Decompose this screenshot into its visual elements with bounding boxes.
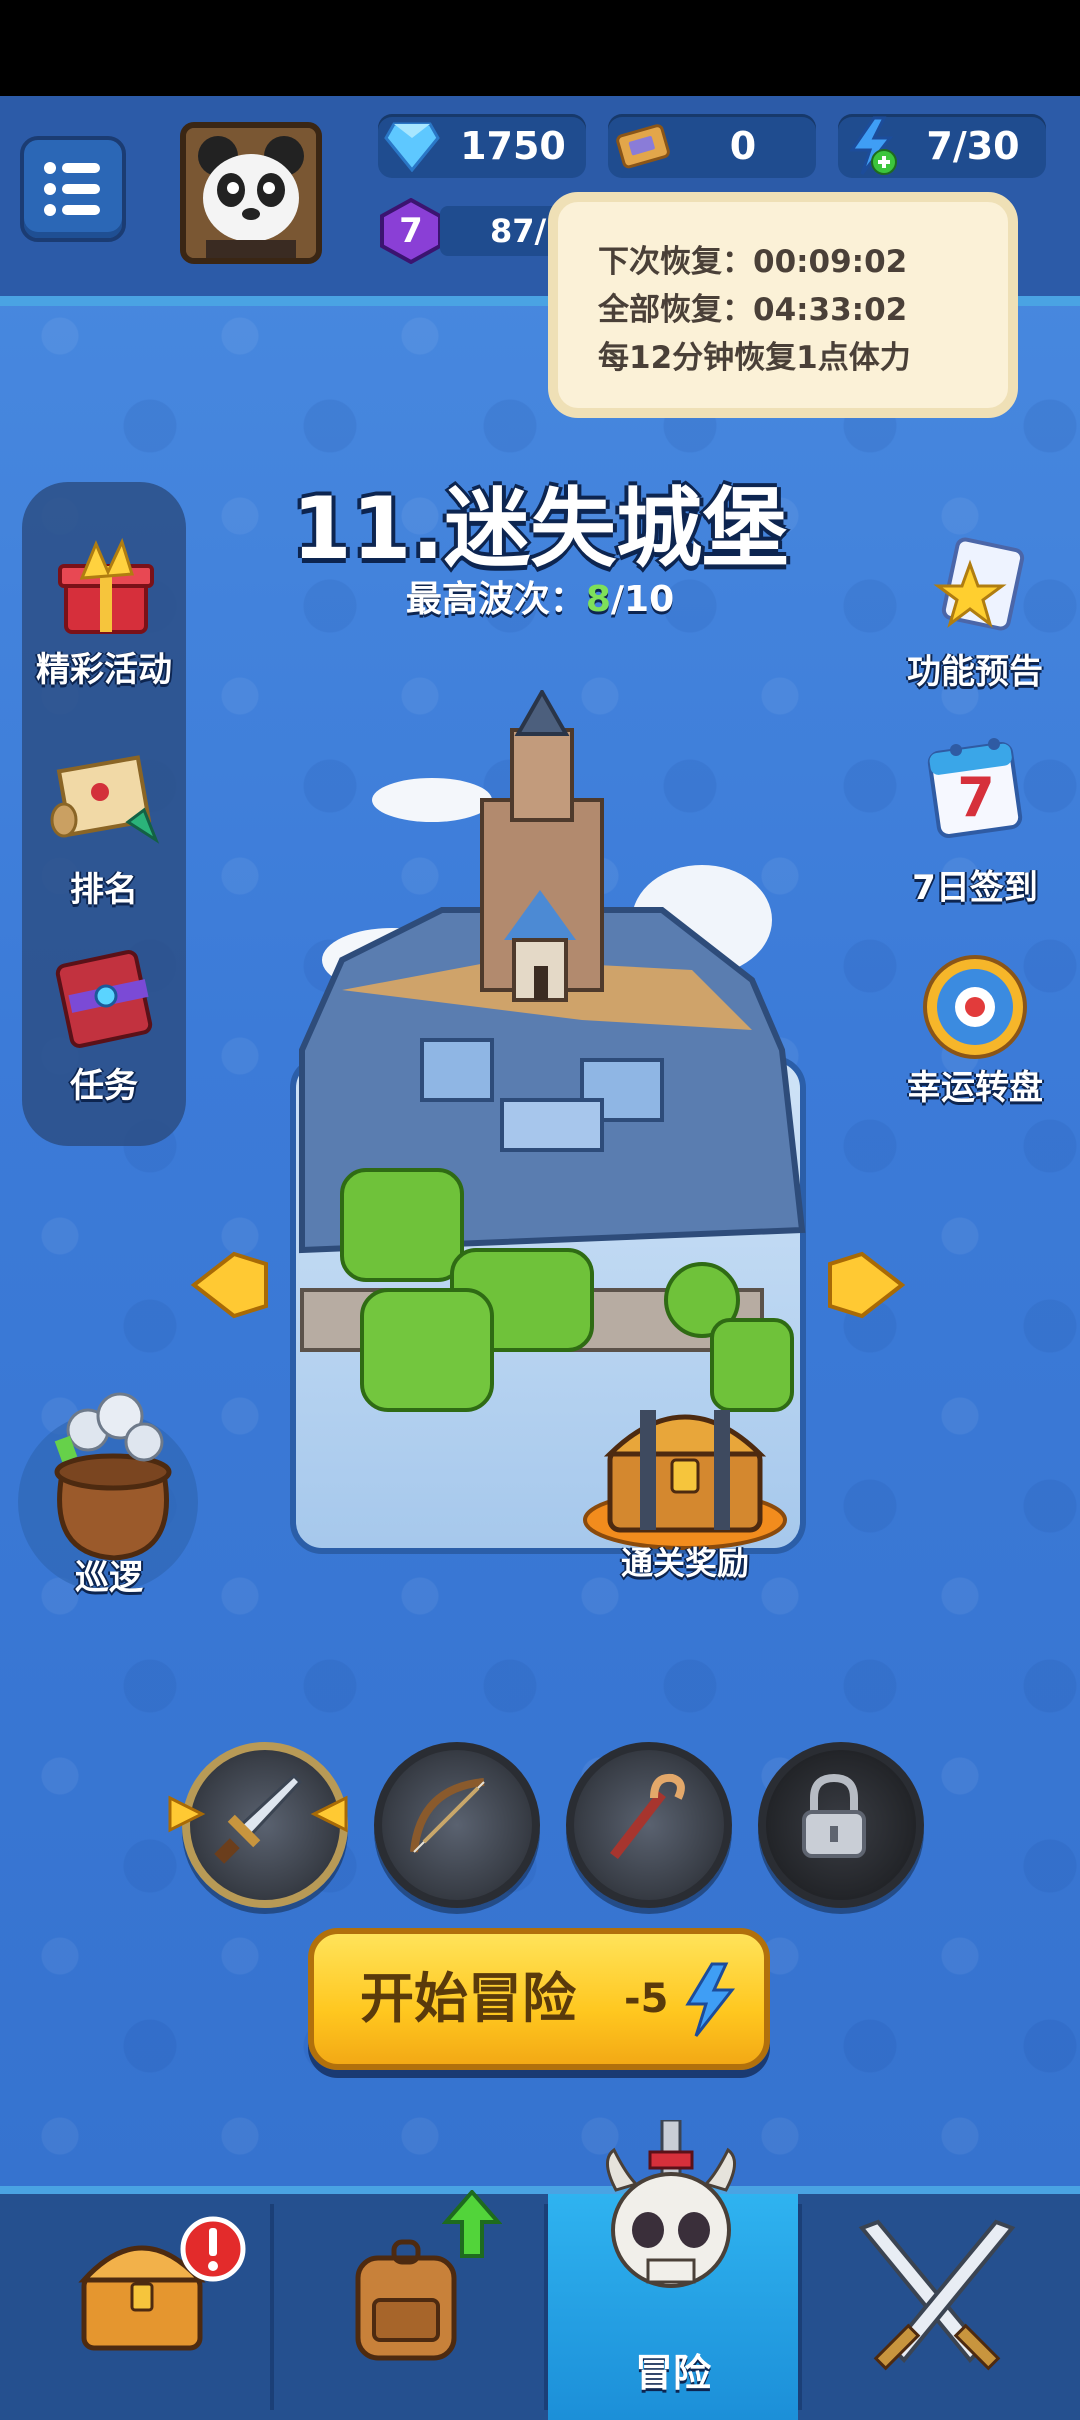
lucky-wheel-button[interactable]: 幸运转盘 [890, 950, 1060, 1110]
staff-icon [610, 1773, 685, 1860]
prev-stage-arrow-icon[interactable] [190, 1250, 270, 1320]
checkin-label: 7日签到 [912, 868, 1038, 908]
tasks-button[interactable]: 任务 [22, 940, 186, 1106]
lock-icon [802, 1773, 866, 1858]
star-note-icon [933, 537, 1025, 631]
status-bar [0, 0, 1080, 96]
feature-preview-button[interactable]: 功能预告 [890, 530, 1060, 692]
player-avatar[interactable] [180, 122, 322, 264]
ticket-icon [616, 124, 670, 169]
xp-text: 87/ [490, 212, 547, 250]
energy-counter[interactable]: 7/30 [838, 114, 1046, 178]
crossed-swords-icon [858, 2219, 1016, 2371]
patrol-label: 巡逻 [75, 1558, 143, 1598]
wheel-icon [923, 955, 1027, 1059]
panda-icon [186, 128, 316, 258]
energy-cost: -5 [624, 1976, 669, 2022]
events-label: 精彩活动 [36, 650, 172, 690]
ticket-counter[interactable]: 0 [608, 114, 816, 178]
next-stage-arrow-icon[interactable] [826, 1250, 906, 1320]
tasks-label: 任务 [70, 1066, 138, 1106]
skull-helmet-icon [606, 2120, 736, 2288]
selected-right-marker-icon [310, 1795, 348, 1833]
scroll-icon [50, 755, 160, 844]
recovery-rate-text: 每12分钟恢复1点体力 [598, 340, 911, 376]
best-wave-current: 8 [585, 579, 611, 620]
castle-island-icon [299, 690, 806, 1412]
gift-icon [58, 538, 154, 634]
nav-tab-backpack[interactable] [274, 2190, 544, 2420]
best-wave-label: 最高波次： [405, 579, 586, 620]
clear-reward-label: 通关奖励 [620, 1544, 749, 1582]
lightning-cost-icon [685, 1962, 736, 2037]
diamond-icon [384, 122, 440, 172]
events-button[interactable]: 精彩活动 [22, 530, 186, 690]
weapon-slot-bow[interactable] [374, 1742, 540, 1908]
start-adventure-label: 开始冒险 [360, 1967, 576, 2030]
sword-icon [214, 1773, 303, 1864]
list-icon [44, 162, 100, 216]
player-level: 7 [399, 211, 423, 251]
lucky-wheel-label: 幸运转盘 [907, 1068, 1043, 1108]
next-recovery-text: 下次恢复：00:09:02 [598, 244, 908, 280]
checkin-button[interactable]: 7 7日签到 [890, 730, 1060, 910]
ranking-button[interactable]: 排名 [22, 740, 186, 910]
weapon-slot-staff[interactable] [566, 1742, 732, 1908]
nav-tab-battle[interactable] [802, 2194, 1080, 2420]
nav-tab-chest[interactable] [0, 2194, 270, 2420]
xp-bar: 87/ [440, 206, 560, 256]
gem-counter[interactable]: 1750 [378, 114, 586, 178]
best-wave-total: /10 [610, 579, 675, 620]
book-icon [55, 950, 153, 1048]
energy-count: 7/30 [926, 124, 1020, 168]
ranking-label: 排名 [70, 870, 138, 910]
energy-tooltip: 下次恢复：00:09:02 全部恢复：04:33:02 每12分钟恢复1点体力 [548, 192, 1018, 418]
feature-preview-label: 功能预告 [907, 652, 1043, 692]
coin-bag-icon [54, 1392, 172, 1561]
menu-button[interactable] [20, 136, 126, 242]
alert-badge-icon [180, 2216, 246, 2282]
gem-count: 1750 [460, 124, 566, 168]
checkin-day-number: 7 [957, 766, 995, 829]
lightning-icon [849, 116, 897, 175]
patrol-button[interactable]: 巡逻 [14, 1350, 204, 1600]
treasure-chest-icon [583, 1410, 787, 1550]
bow-icon [410, 1778, 485, 1853]
nav-adventure-label: 冒险 [634, 2351, 711, 2395]
bottom-nav: 冒险 [0, 2186, 1080, 2420]
clear-reward-button[interactable]: 通关奖励 [570, 1390, 800, 1590]
full-recovery-text: 全部恢复：04:33:02 [598, 292, 908, 328]
ticket-count: 0 [729, 124, 757, 168]
weapon-slot-locked[interactable] [758, 1742, 924, 1908]
start-adventure-button[interactable]: 开始冒险 -5 [308, 1928, 770, 2070]
upgrade-arrow-icon [442, 2190, 502, 2258]
selected-left-marker-icon [168, 1795, 206, 1833]
